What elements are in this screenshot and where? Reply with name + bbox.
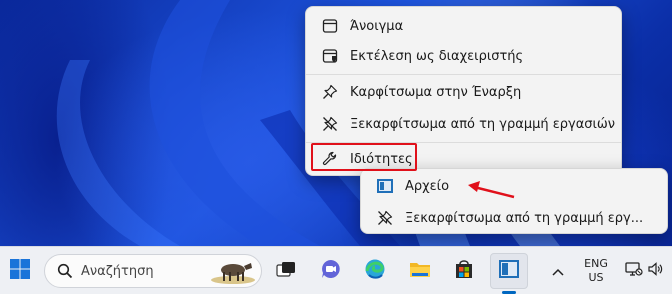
edge-icon: [364, 258, 386, 284]
taskbar: Αναζήτηση ENG US: [0, 246, 672, 294]
app-icon: [498, 259, 520, 283]
task-view-button[interactable]: [268, 253, 304, 289]
chat-icon: [320, 258, 342, 284]
language-indicator[interactable]: ENG US: [576, 257, 616, 285]
store-icon: [453, 258, 475, 284]
start-button[interactable]: [2, 253, 38, 289]
search-icon: [57, 263, 73, 279]
folder-icon: [408, 258, 432, 284]
show-hidden-icons-button[interactable]: [545, 253, 571, 289]
pinned-app-button[interactable]: [490, 253, 528, 289]
task-view-icon: [275, 259, 297, 283]
network-icon: [625, 261, 643, 281]
microsoft-store-button[interactable]: [446, 253, 482, 289]
teams-chat-button[interactable]: [313, 253, 349, 289]
system-tray-button[interactable]: [620, 253, 668, 289]
region-code: US: [588, 271, 604, 284]
search-placeholder: Αναζήτηση: [81, 263, 154, 279]
edge-browser-button[interactable]: [357, 253, 393, 289]
file-explorer-button[interactable]: [402, 253, 438, 289]
language-code: ENG: [584, 257, 608, 270]
volume-icon: [647, 261, 663, 281]
windows-logo-icon: [9, 258, 31, 284]
chevron-up-icon: [552, 262, 564, 281]
search-highlight-image: [211, 258, 257, 288]
arrow-icon: [468, 181, 515, 199]
search-box[interactable]: Αναζήτηση: [44, 254, 262, 288]
